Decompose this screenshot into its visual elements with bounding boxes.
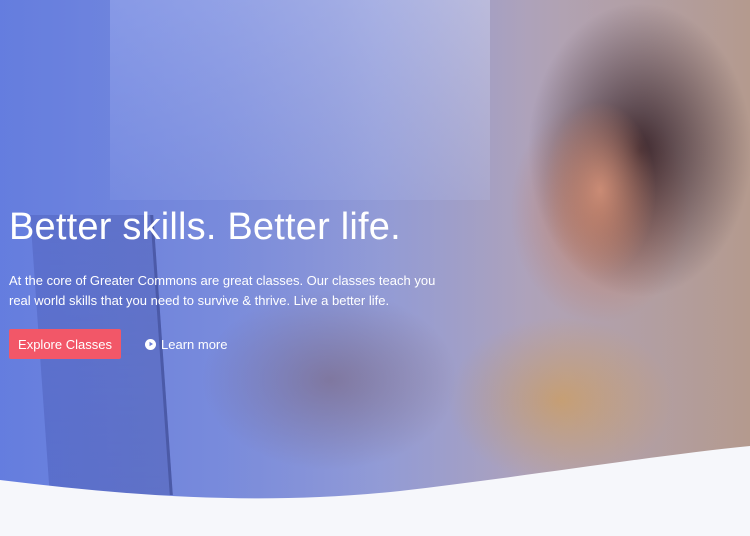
learn-more-link[interactable]: Learn more	[145, 337, 227, 352]
hero-description: At the core of Greater Commons are great…	[9, 273, 436, 308]
hero-actions: Explore Classes Learn more	[9, 329, 449, 359]
bottom-wave-divider	[0, 446, 750, 536]
hero-content: Better skills. Better life. At the core …	[9, 205, 449, 359]
play-circle-icon	[145, 338, 156, 350]
background-window	[110, 0, 490, 200]
learn-more-label: Learn more	[161, 336, 228, 352]
hero-headline: Better skills. Better life.	[9, 206, 401, 248]
explore-classes-button[interactable]: Explore Classes	[9, 329, 121, 359]
